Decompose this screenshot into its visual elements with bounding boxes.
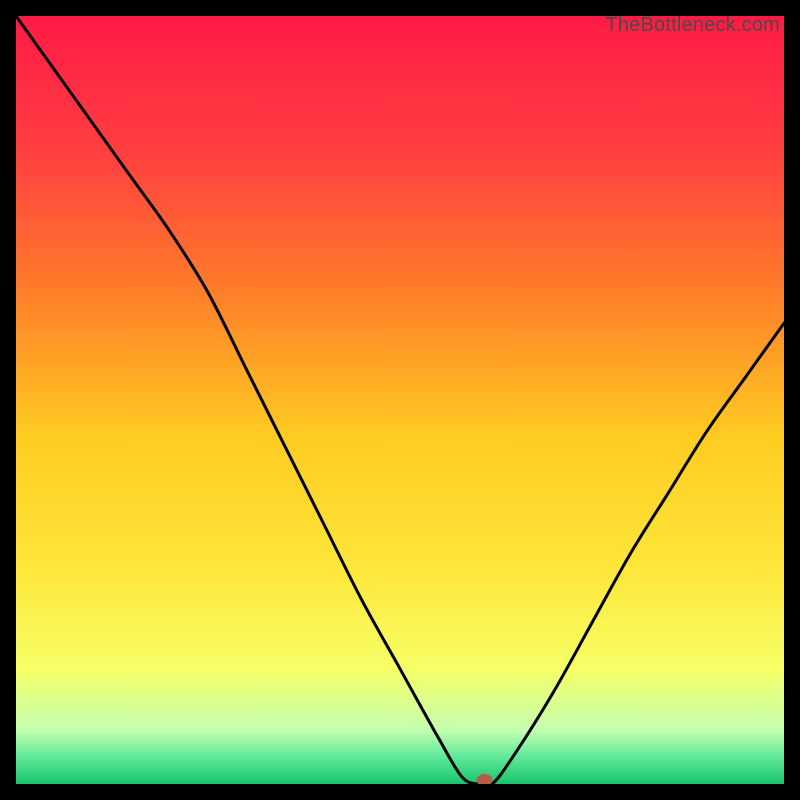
chart-frame: TheBottleneck.com [16, 16, 784, 784]
watermark-text: TheBottleneck.com [605, 14, 780, 37]
bottleneck-chart [16, 16, 784, 784]
